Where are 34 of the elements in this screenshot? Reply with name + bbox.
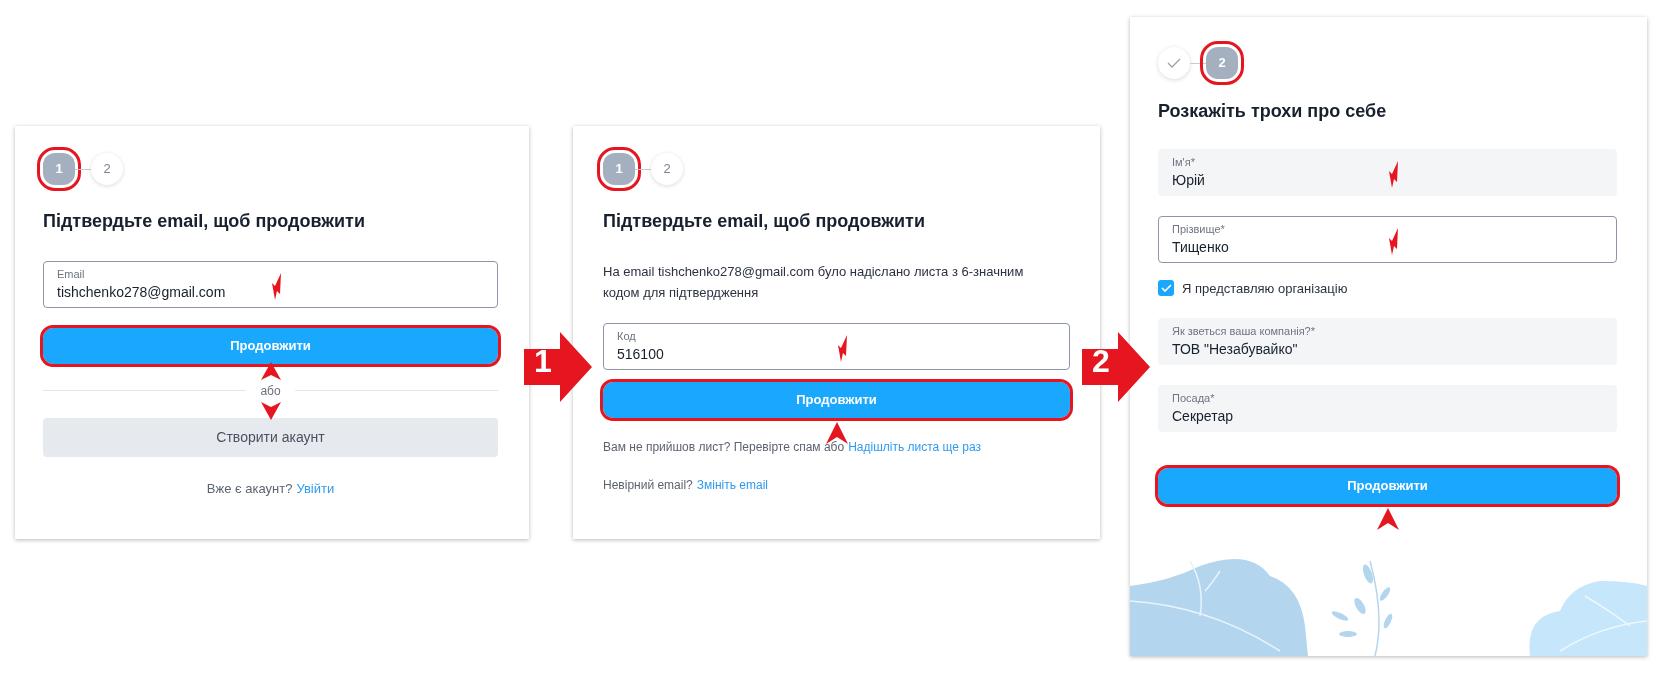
field-value: Секретар: [1172, 407, 1233, 427]
checkbox[interactable]: [1158, 280, 1174, 297]
input-field[interactable]: Email tishchenko278@gmail.com: [43, 260, 498, 308]
numbered-arrow: 2: [1082, 332, 1150, 402]
help-text: Невірний email?: [603, 476, 693, 494]
input-field[interactable]: Ім'я* Юрій: [1158, 148, 1617, 196]
step-indicator: 2: [91, 153, 123, 185]
field-label: Посада*: [1172, 391, 1216, 406]
field-label: Прізвище*: [1172, 221, 1226, 236]
input-field[interactable]: Код 516100: [603, 322, 1070, 370]
field-value: Тищенко: [1172, 237, 1229, 257]
field-value: 516100: [617, 344, 664, 364]
info-text: На email tishchenko278@gmail.com було надіслано листа з 6-значним кодом для підтвердження: [603, 262, 1025, 302]
divider-label: або: [259, 382, 282, 400]
input-field[interactable]: Прізвище* Тищенко: [1158, 215, 1617, 263]
numbered-arrow: 1: [524, 332, 592, 402]
check-icon: [1167, 58, 1181, 68]
field-label: Email: [57, 266, 86, 281]
input-field[interactable]: Як зветься ваша компанія?* ТОВ "Незабувайко": [1158, 318, 1617, 366]
help-text: Вам не прийшов лист? Перевірте спам або: [603, 438, 845, 456]
form-title: Розкажіть трохи про себе: [1158, 101, 1388, 123]
help-text: Вже є акаунт?: [206, 479, 293, 498]
input-field[interactable]: Посада* Секретар: [1158, 385, 1617, 433]
step-indicator: 2: [651, 153, 683, 185]
form-title: Підтвердьте email, щоб продовжити: [43, 211, 366, 233]
create-account-button[interactable]: Створити акаунт: [43, 417, 498, 457]
checkbox-label: Я представляю організацію: [1182, 279, 1348, 298]
field-value: ТОВ "Незабувайко": [1172, 340, 1298, 360]
field-label: Як зветься ваша компанія?*: [1172, 324, 1316, 339]
field-label: Ім'я*: [1172, 154, 1196, 169]
form-title: Підтвердьте email, щоб продовжити: [603, 211, 926, 233]
field-value: tishchenko278@gmail.com: [57, 282, 226, 302]
field-value: Юрій: [1172, 170, 1205, 190]
field-label: Код: [617, 328, 637, 343]
